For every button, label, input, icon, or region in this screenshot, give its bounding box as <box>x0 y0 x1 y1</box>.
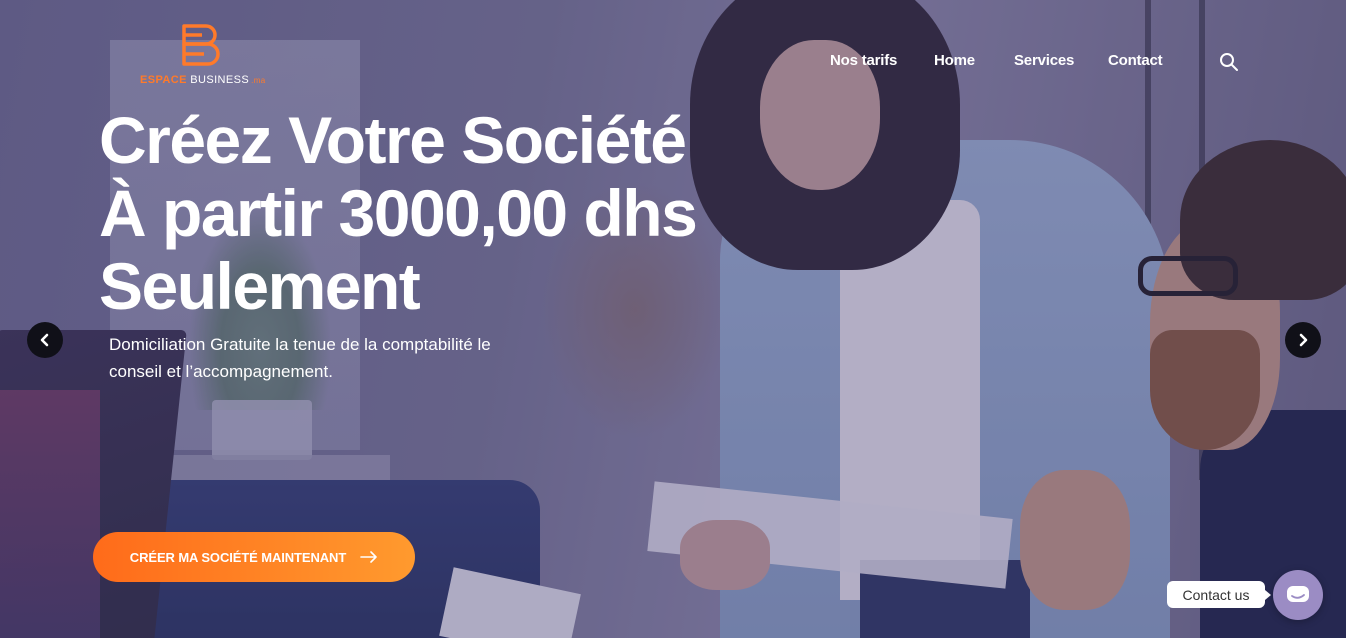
nav-item-services[interactable]: Services <box>1014 52 1074 69</box>
logo-mark-icon <box>182 24 220 66</box>
search-icon[interactable] <box>1219 52 1239 72</box>
nav-item-nos-tarifs[interactable]: Nos tarifs <box>830 52 897 69</box>
slider-prev-button[interactable] <box>27 322 63 358</box>
hero-subtitle: Domiciliation Gratuite la tenue de la co… <box>109 335 491 381</box>
contact-us-bubble[interactable]: Contact us <box>1167 581 1271 608</box>
headline-line-3: Seulement <box>99 249 421 323</box>
slider-next-button[interactable] <box>1285 322 1321 358</box>
hero-headline: Créez Votre Société À partir 3000,00 dhs… <box>99 104 759 323</box>
chevron-left-icon <box>40 333 49 347</box>
headline-line-2: À partir 3000,00 dhs <box>99 176 698 250</box>
arrow-right-icon <box>360 551 377 563</box>
logo-name-part2: BUSINESS <box>186 74 250 86</box>
nav-item-home[interactable]: Home <box>934 52 975 69</box>
logo-wordmark: ESPACE BUSINESS .ma <box>140 74 266 86</box>
nav-item-contact[interactable]: Contact <box>1108 52 1163 69</box>
logo-name-suffix: .ma <box>251 76 266 85</box>
create-company-button[interactable]: CRÉER MA SOCIÉTÉ MAINTENANT <box>93 532 415 582</box>
chat-button[interactable] <box>1273 570 1323 620</box>
create-company-button-label: CRÉER MA SOCIÉTÉ MAINTENANT <box>129 549 347 565</box>
site-logo[interactable]: ESPACE BUSINESS .ma <box>138 20 278 90</box>
headline-line-1: Créez Votre Société <box>99 103 687 177</box>
chevron-right-icon <box>1299 333 1308 347</box>
logo-name-part1: ESPACE <box>140 74 187 86</box>
chat-icon <box>1287 586 1309 602</box>
